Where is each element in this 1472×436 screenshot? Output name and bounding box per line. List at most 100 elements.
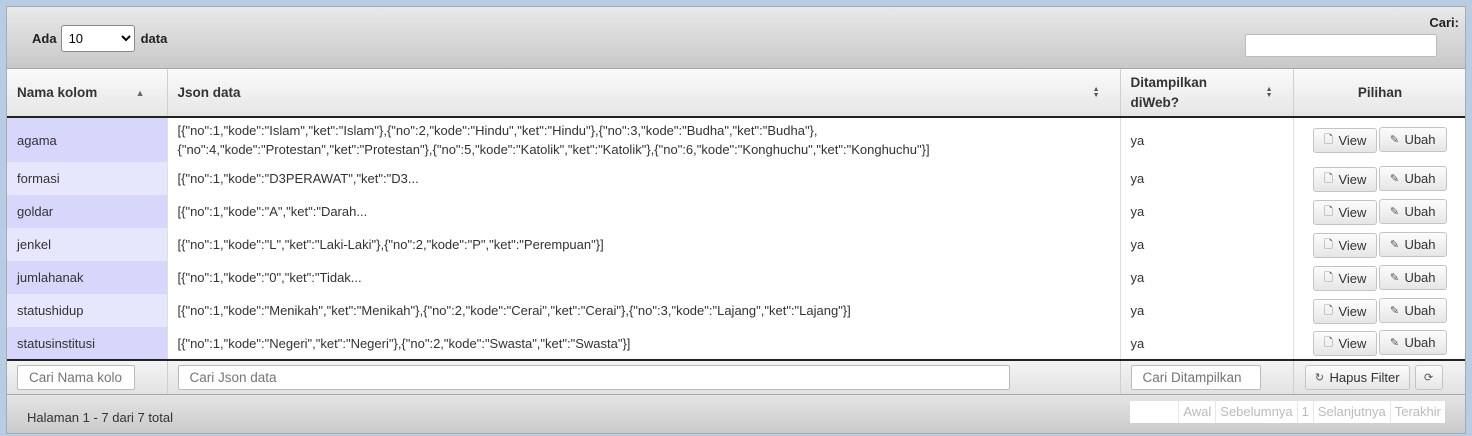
edit-button-label: Ubah <box>1404 269 1436 285</box>
table-row: statushidup [{"no":1,"kode":"Menikah","k… <box>7 294 1465 327</box>
pager-first[interactable]: Awal <box>1178 401 1216 423</box>
edit-button-label: Ubah <box>1404 236 1436 252</box>
filter-cell-nama <box>7 359 168 394</box>
document-icon: 🗋 <box>1324 271 1333 284</box>
filter-json-data-input[interactable] <box>177 365 1010 390</box>
sort-both-icon: ▲ ▼ <box>1265 85 1273 99</box>
cell-ditampilkan: ya <box>1120 195 1294 228</box>
edit-button-label: Ubah <box>1404 132 1436 147</box>
column-header-json-data[interactable]: Json data ▲ ▼ <box>167 69 1121 118</box>
view-button[interactable]: 🗋 View <box>1313 199 1378 225</box>
pencil-icon: ✎ <box>1389 238 1400 251</box>
filter-nama-kolom-input[interactable] <box>17 365 135 390</box>
edit-button-label: Ubah <box>1404 302 1436 318</box>
cell-json-data: [{"no":1,"kode":"Islam","ket":"Islam"},{… <box>167 117 1121 162</box>
cell-json-data: [{"no":1,"kode":"D3PERAWAT","ket":"D3... <box>167 162 1121 195</box>
pencil-icon: ✎ <box>1389 205 1400 218</box>
table-toolbar: Ada 10 data Cari: <box>7 7 1465 69</box>
column-header-nama-kolom[interactable]: Nama kolom ▲ <box>7 69 168 118</box>
document-icon: 🗋 <box>1324 304 1333 317</box>
search-input[interactable] <box>1245 34 1437 57</box>
reload-icon: ⟳ <box>1423 372 1434 384</box>
edit-button[interactable]: ✎ Ubah <box>1379 198 1447 224</box>
cell-ditampilkan: ya <box>1120 117 1294 162</box>
page-length-control: Ada 10 data <box>32 25 167 52</box>
pager-current-page[interactable]: 1 <box>1296 401 1313 423</box>
cell-nama-kolom: goldar <box>7 195 168 228</box>
document-icon: 🗋 <box>1324 337 1333 349</box>
view-button[interactable]: 🗋 View <box>1313 331 1378 356</box>
length-prefix: Ada <box>32 31 57 46</box>
column-header-label-line1: Ditampilkan <box>1130 74 1208 90</box>
pager-last[interactable]: Terakhir <box>1389 401 1445 423</box>
cell-pilihan: 🗋 View ✎ Ubah <box>1293 162 1465 195</box>
cell-ditampilkan: ya <box>1120 327 1294 360</box>
filter-cell-tampil <box>1120 359 1294 394</box>
cell-pilihan: 🗋 View ✎ Ubah <box>1293 327 1465 360</box>
view-button-label: View <box>1338 270 1367 286</box>
edit-button[interactable]: ✎ Ubah <box>1379 231 1447 257</box>
document-icon: 🗋 <box>1324 172 1333 185</box>
table-row: goldar [{"no":1,"kode":"A","ket":"Darah.… <box>7 195 1465 228</box>
page-length-select[interactable]: 10 <box>60 25 135 52</box>
pagination-spacer <box>1130 401 1179 423</box>
edit-button[interactable]: ✎ Ubah <box>1379 297 1447 323</box>
table-row: formasi [{"no":1,"kode":"D3PERAWAT","ket… <box>7 162 1465 195</box>
cell-json-data: [{"no":1,"kode":"Negeri","ket":"Negeri"}… <box>167 327 1121 360</box>
cell-pilihan: 🗋 View ✎ Ubah <box>1293 261 1465 294</box>
sort-ascending-icon: ▲ <box>135 87 145 98</box>
cell-nama-kolom: jumlahanak <box>7 261 168 294</box>
edit-button[interactable]: ✎ Ubah <box>1379 330 1447 355</box>
view-button-label: View <box>1338 303 1367 319</box>
view-button[interactable]: 🗋 View <box>1313 128 1378 153</box>
filter-row: ↻ Hapus Filter ⟳ <box>7 359 1465 394</box>
pagination: Awal Sebelumnya 1 Selanjutnya Terakhir <box>1130 401 1445 423</box>
view-button-label: View <box>1338 237 1367 253</box>
pencil-icon: ✎ <box>1389 134 1400 146</box>
length-suffix: data <box>140 31 168 46</box>
cell-nama-kolom: statusinstitusi <box>7 327 168 360</box>
view-button-label: View <box>1338 336 1367 351</box>
pager-previous[interactable]: Sebelumnya <box>1215 401 1297 423</box>
column-header-label: Pilihan <box>1357 84 1403 100</box>
header-row: Nama kolom ▲ Json data ▲ ▼ Ditampilkan di… <box>7 69 1465 118</box>
cell-json-data: [{"no":1,"kode":"L","ket":"Laki-Laki"},{… <box>167 228 1121 261</box>
cell-pilihan: 🗋 View ✎ Ubah <box>1293 195 1465 228</box>
table-row: jenkel [{"no":1,"kode":"L","ket":"Laki-L… <box>7 228 1465 261</box>
json-line-2: {"no":4,"kode":"Protestan","ket":"Protes… <box>177 142 930 157</box>
search-label: Cari: <box>1429 15 1459 30</box>
document-icon: 🗋 <box>1324 205 1333 218</box>
column-header-pilihan: Pilihan <box>1293 69 1465 118</box>
view-button-label: View <box>1338 171 1367 187</box>
edit-button-label: Ubah <box>1404 170 1436 186</box>
cell-nama-kolom: formasi <box>7 162 168 195</box>
cell-pilihan: 🗋 View ✎ Ubah <box>1293 228 1465 261</box>
cell-pilihan: 🗋 View ✎ Ubah <box>1293 294 1465 327</box>
edit-button[interactable]: ✎ Ubah <box>1379 165 1447 191</box>
clear-filter-label: Hapus Filter <box>1329 370 1400 385</box>
cell-ditampilkan: ya <box>1120 228 1294 261</box>
data-table: Nama kolom ▲ Json data ▲ ▼ Ditampilkan di… <box>7 69 1465 394</box>
view-button[interactable]: 🗋 View <box>1313 298 1378 324</box>
table-footer: Halaman 1 - 7 dari 7 total Awal Sebelumn… <box>7 394 1465 433</box>
cell-json-data: [{"no":1,"kode":"0","ket":"Tidak... <box>167 261 1121 294</box>
table-row: statusinstitusi [{"no":1,"kode":"Negeri"… <box>7 327 1465 360</box>
cell-json-data: [{"no":1,"kode":"Menikah","ket":"Menikah… <box>167 294 1121 327</box>
pencil-icon: ✎ <box>1389 304 1400 317</box>
cell-nama-kolom: agama <box>7 117 168 162</box>
filter-ditampilkan-input[interactable] <box>1130 365 1261 390</box>
view-button[interactable]: 🗋 View <box>1313 166 1378 192</box>
data-table-widget: Ada 10 data Cari: Nama kolom ▲ Json data… <box>6 6 1466 434</box>
filter-cell-json <box>167 359 1121 394</box>
view-button[interactable]: 🗋 View <box>1313 265 1378 291</box>
pager-next[interactable]: Selanjutnya <box>1312 401 1390 423</box>
cell-pilihan: 🗋 View ✎ Ubah <box>1293 117 1465 162</box>
cell-nama-kolom: statushidup <box>7 294 168 327</box>
reload-button[interactable]: ⟳ <box>1414 365 1443 390</box>
edit-button[interactable]: ✎ Ubah <box>1379 264 1447 290</box>
edit-button[interactable]: ✎ Ubah <box>1379 127 1447 152</box>
view-button[interactable]: 🗋 View <box>1313 232 1378 258</box>
column-header-ditampilkan[interactable]: Ditampilkan diWeb? ▲ ▼ <box>1120 69 1294 118</box>
clear-filter-button[interactable]: ↻ Hapus Filter <box>1304 365 1410 390</box>
cell-ditampilkan: ya <box>1120 261 1294 294</box>
